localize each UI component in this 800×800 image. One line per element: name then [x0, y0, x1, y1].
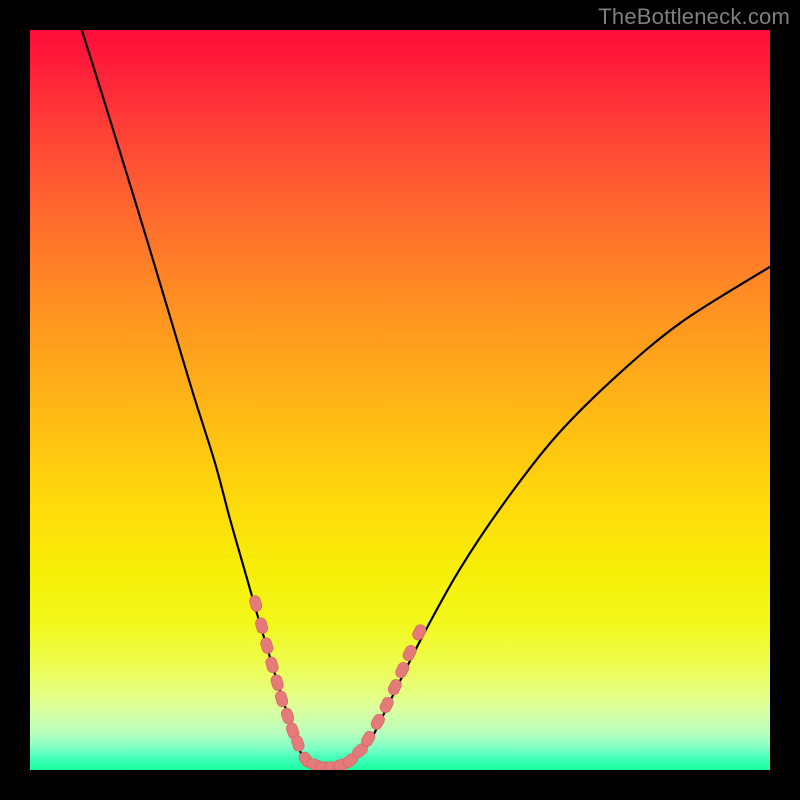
- plot-area: [30, 30, 770, 770]
- data-marker: [248, 594, 263, 612]
- watermark-label: TheBottleneck.com: [598, 4, 790, 30]
- marker-layer: [248, 594, 428, 770]
- outer-frame: TheBottleneck.com: [0, 0, 800, 800]
- data-marker: [274, 690, 289, 709]
- data-marker: [411, 623, 428, 642]
- data-marker: [254, 616, 269, 634]
- data-marker: [264, 656, 279, 674]
- bottleneck-curve: [82, 30, 770, 768]
- data-marker: [270, 673, 285, 692]
- curve-layer: [82, 30, 770, 768]
- data-marker: [401, 643, 418, 662]
- data-marker: [259, 636, 274, 654]
- data-marker: [280, 707, 295, 726]
- chart-svg: [30, 30, 770, 770]
